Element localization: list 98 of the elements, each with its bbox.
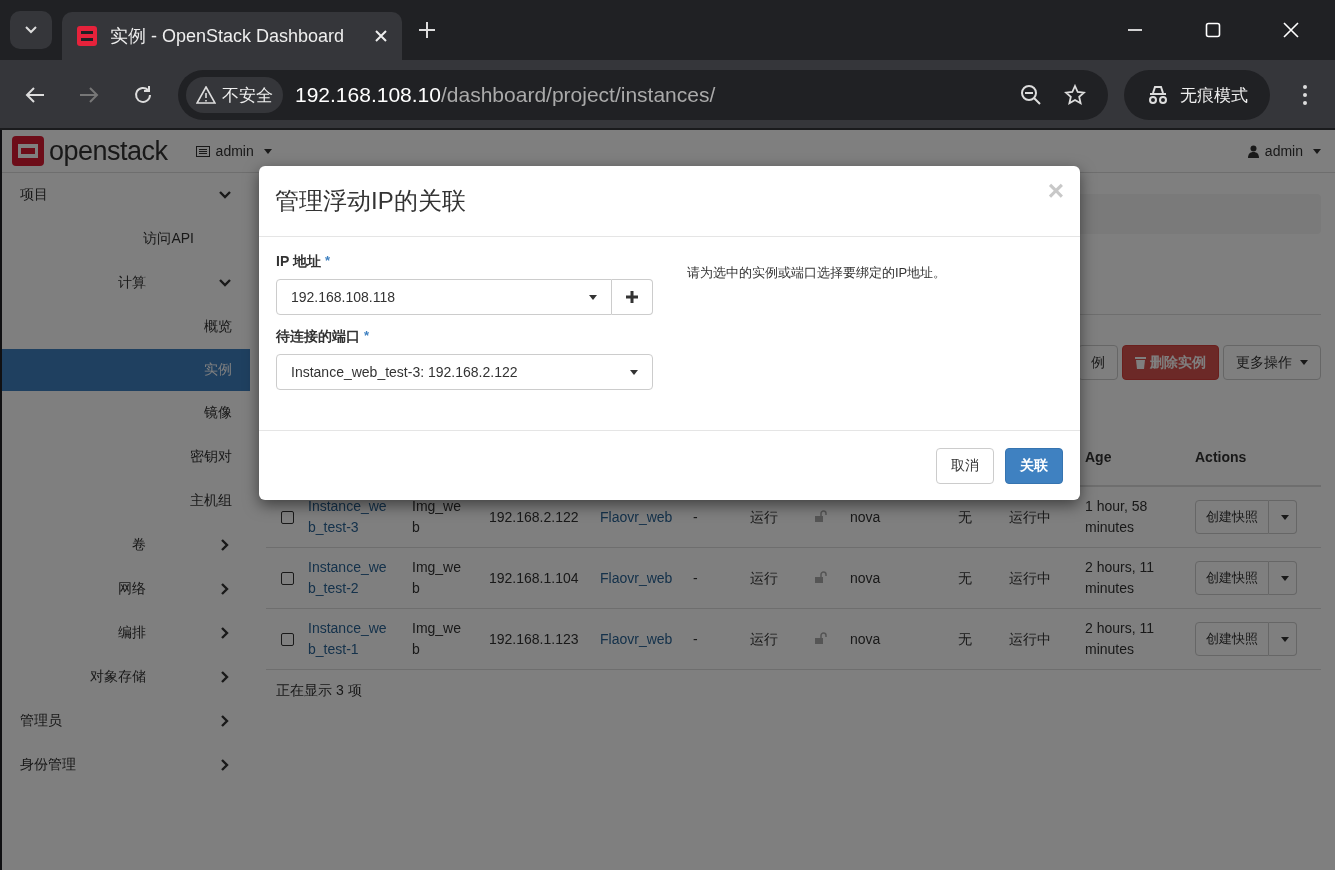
reload-icon[interactable] [132, 84, 154, 106]
sidebar-item[interactable]: 访问API [2, 217, 250, 261]
dialog-title: 管理浮动IP的关联 [275, 186, 467, 216]
sidebar-item[interactable]: 镜像 [2, 391, 250, 435]
table-cell-text: nova [850, 568, 882, 588]
sidebar-item[interactable]: 主机组 [2, 479, 250, 523]
table-cell-text: - [693, 629, 699, 649]
select-field[interactable]: 192.168.108.118 [276, 279, 612, 315]
url-text: 192.168.108.10/dashboard/project/instances/ [295, 83, 716, 107]
instance-name-link[interactable]: Instance_web_test-2 [308, 557, 412, 599]
table-cell-text: Img_web [412, 619, 463, 659]
row-checkbox[interactable] [280, 571, 294, 585]
table-cell-text: 1 hour, 58 minutes [1085, 497, 1149, 537]
field-label: IP 地址 [276, 253, 321, 269]
sidebar-item[interactable]: 网络 [2, 567, 250, 611]
instance-name-link[interactable]: Instance_web_test-3 [308, 496, 412, 538]
row-count: 正在显示 3 项 [275, 681, 363, 700]
dropdown-toggle[interactable] [1269, 622, 1297, 656]
close-icon[interactable] [374, 29, 388, 43]
logo-text: openstack [49, 135, 168, 167]
tab-title: 实例 - OpenStack Dashboard [110, 25, 346, 48]
warning-icon [196, 86, 216, 104]
table-cell-text: 运行中 [1009, 629, 1052, 649]
row-checkbox[interactable] [280, 632, 294, 646]
instance-name-link[interactable]: Instance_web_test-1 [308, 618, 412, 660]
snapshot-button[interactable]: 创建快照 [1195, 561, 1269, 595]
star-icon[interactable] [1064, 84, 1086, 106]
table-cell-text: 无 [958, 507, 973, 527]
new-tab-icon[interactable] [418, 21, 436, 39]
help-text: 请为选中的实例或端口选择要绑定的IP地址。 [687, 265, 947, 280]
incognito-chip[interactable]: 无痕模式 [1124, 70, 1270, 120]
incognito-icon [1146, 85, 1170, 105]
table-cell-text: Img_web [412, 497, 463, 537]
cancel-button[interactable]: 取消 [936, 447, 994, 484]
address-bar[interactable]: 不安全 192.168.108.10/dashboard/project/instances/ [178, 70, 1108, 120]
sidebar-item[interactable]: 计算 [2, 261, 250, 305]
security-chip[interactable]: 不安全 [186, 77, 283, 113]
submit-button[interactable]: 关联 [1005, 447, 1063, 484]
maximize-icon[interactable] [1205, 22, 1221, 38]
column-header: Actions [1195, 449, 1248, 465]
table-cell-text: 192.168.1.104 [489, 568, 580, 588]
required-mark: * [324, 253, 330, 268]
list-icon [195, 145, 210, 157]
unlock-icon [815, 570, 827, 583]
user-icon [1247, 144, 1259, 158]
sidebar-item[interactable]: 实例 [2, 349, 250, 391]
table-cell-text: - [693, 507, 699, 527]
table-cell-text: 运行 [750, 507, 779, 527]
table-cell-text: 192.168.2.122 [489, 507, 580, 527]
sidebar-item[interactable]: 卷 [2, 523, 250, 567]
table-cell-text: 运行中 [1009, 568, 1052, 588]
sidebar-item[interactable]: 概览 [2, 305, 250, 349]
sidebar-item[interactable]: 密钥对 [2, 435, 250, 479]
table-cell-text: 2 hours, 11 minutes [1085, 619, 1155, 659]
unlock-icon [815, 509, 827, 522]
toolbar-button[interactable]: 更多操作 [1223, 345, 1321, 380]
trash-icon [1135, 356, 1146, 369]
table-cell-text: 运行中 [1009, 507, 1052, 527]
table-cell-text: 无 [958, 629, 973, 649]
table-cell-text: nova [850, 629, 882, 649]
row-checkbox[interactable] [280, 510, 294, 524]
menu-icon[interactable] [1302, 84, 1308, 106]
plus-icon [626, 291, 638, 303]
toolbar-button[interactable]: 例 [1078, 345, 1118, 380]
sidebar-item[interactable]: 管理员 [2, 699, 250, 743]
dropdown-toggle[interactable] [1269, 500, 1297, 534]
snapshot-button[interactable]: 创建快照 [1195, 500, 1269, 534]
table-cell-text: Img_web [412, 558, 463, 598]
sidebar-item[interactable]: 对象存储 [2, 655, 250, 699]
sidebar-item[interactable]: 身份管理 [2, 743, 250, 787]
chevron-down-icon [24, 25, 38, 35]
select-field[interactable]: Instance_web_test-3: 192.168.2.122 [276, 354, 653, 390]
field-label: 待连接的端口 [276, 328, 360, 344]
user-menu[interactable]: admin [1247, 143, 1321, 159]
unlock-icon [815, 631, 827, 644]
sidebar-item[interactable]: 编排 [2, 611, 250, 655]
dropdown-toggle[interactable] [1269, 561, 1297, 595]
table-cell-text: 2 hours, 11 minutes [1085, 558, 1155, 598]
flavor-link[interactable]: Flaovr_web [600, 628, 693, 650]
required-mark: * [364, 328, 370, 343]
table-cell-text: 无 [958, 568, 973, 588]
openstack-logo-icon [76, 25, 98, 47]
snapshot-button[interactable]: 创建快照 [1195, 622, 1269, 656]
table-cell-text: nova [850, 507, 882, 527]
openstack-logo-icon [12, 136, 44, 166]
project-menu[interactable]: admin [195, 143, 272, 159]
flavor-link[interactable]: Flaovr_web [600, 506, 693, 528]
toolbar-button[interactable]: 删除实例 [1122, 345, 1219, 380]
table-cell-text: 192.168.1.123 [489, 629, 580, 649]
zoom-out-icon[interactable] [1020, 84, 1042, 106]
browser-tab[interactable]: 实例 - OpenStack Dashboard [62, 12, 402, 60]
table-cell-text: 运行 [750, 568, 779, 588]
table-cell-text: 运行 [750, 629, 779, 649]
add-button[interactable] [612, 279, 653, 315]
table-cell-text: - [693, 568, 699, 588]
column-header: Age [1085, 449, 1113, 465]
sidebar-item[interactable]: 项目 [2, 173, 250, 217]
flavor-link[interactable]: Flaovr_web [600, 567, 693, 589]
